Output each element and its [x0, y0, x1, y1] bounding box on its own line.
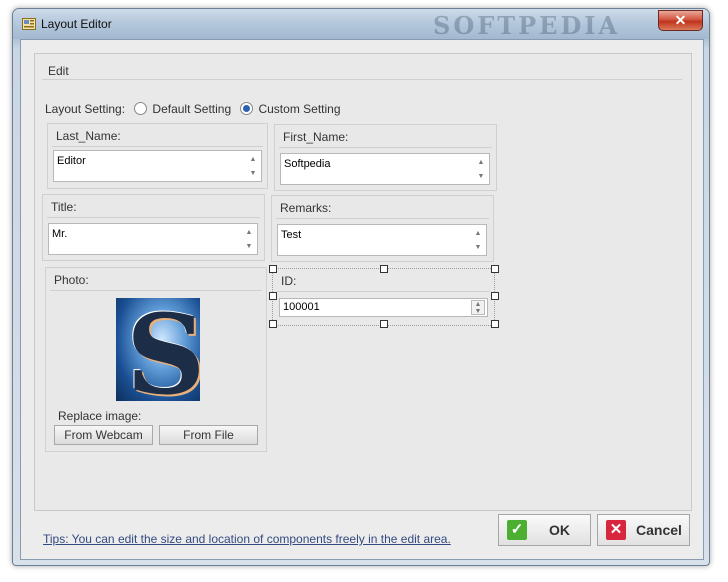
- cancel-label: Cancel: [636, 522, 682, 538]
- divider: [279, 147, 492, 148]
- title-label: Title:: [51, 200, 77, 214]
- last-name-value: Editor: [57, 155, 86, 167]
- edit-header: Edit: [42, 61, 682, 80]
- first-name-value: Softpedia: [284, 158, 331, 170]
- scroll-arrows-icon[interactable]: ▲ ▼: [472, 227, 484, 253]
- title-input[interactable]: Mr. ▲ ▼: [48, 223, 258, 255]
- ok-label: OK: [549, 522, 570, 538]
- id-value: 100001: [283, 301, 320, 313]
- title-watermark: SOFTPEDIA: [433, 11, 621, 40]
- resize-handle[interactable]: [491, 265, 499, 273]
- divider: [50, 290, 262, 291]
- layout-setting-label: Layout Setting:: [45, 102, 126, 116]
- resize-handle[interactable]: [380, 320, 388, 328]
- last-name-group[interactable]: Last_Name: Editor ▲ ▼: [47, 123, 268, 189]
- last-name-label: Last_Name:: [56, 129, 121, 143]
- tips-link[interactable]: Tips: You can edit the size and location…: [43, 532, 451, 546]
- edit-area-label: Edit: [48, 64, 69, 78]
- resize-handle[interactable]: [380, 265, 388, 273]
- from-webcam-button[interactable]: From Webcam: [54, 425, 153, 445]
- from-file-button[interactable]: From File: [159, 425, 258, 445]
- default-setting-label[interactable]: Default Setting: [152, 102, 231, 116]
- photo-group[interactable]: Photo: S Replace image: From Webcam From…: [45, 267, 267, 452]
- id-group[interactable]: ID: 100001 ▲ ▼: [272, 268, 495, 326]
- resize-handle[interactable]: [491, 320, 499, 328]
- replace-image-label: Replace image:: [58, 409, 142, 423]
- scroll-arrows-icon[interactable]: ▲ ▼: [475, 156, 487, 182]
- layout-setting-row: Layout Setting: Default Setting Custom S…: [45, 102, 341, 116]
- dialog-client-area: Edit Layout Setting: Default Setting Cus…: [20, 39, 704, 560]
- resize-handle[interactable]: [491, 292, 499, 300]
- default-setting-radio[interactable]: [134, 102, 148, 115]
- remarks-value: Test: [281, 229, 302, 241]
- first-name-group[interactable]: First_Name: Softpedia ▲ ▼: [274, 124, 497, 191]
- scroll-arrows-icon[interactable]: ▲ ▼: [243, 226, 255, 252]
- divider: [277, 291, 490, 292]
- close-icon: ✕: [674, 12, 687, 28]
- title-group[interactable]: Title: Mr. ▲ ▼: [42, 194, 265, 261]
- custom-setting-radio[interactable]: [240, 102, 254, 115]
- photo-image: S: [116, 298, 200, 401]
- first-name-label: First_Name:: [283, 130, 349, 144]
- divider: [52, 146, 263, 147]
- photo-s-logo: S: [126, 298, 200, 401]
- title-value: Mr.: [52, 228, 68, 240]
- title-bar[interactable]: SOFTPEDIA Layout Editor ✕: [13, 9, 709, 40]
- remarks-label: Remarks:: [280, 201, 332, 215]
- id-input[interactable]: 100001 ▲ ▼: [279, 298, 488, 317]
- first-name-input[interactable]: Softpedia ▲ ▼: [280, 153, 490, 185]
- custom-setting-label[interactable]: Custom Setting: [258, 102, 340, 116]
- scroll-arrows-icon[interactable]: ▲ ▼: [247, 153, 259, 179]
- cancel-button[interactable]: ✕ Cancel: [597, 514, 690, 546]
- last-name-input[interactable]: Editor ▲ ▼: [53, 150, 262, 182]
- spinner-arrows-icon[interactable]: ▲ ▼: [471, 300, 485, 315]
- app-icon: [22, 18, 36, 30]
- resize-handle[interactable]: [269, 320, 277, 328]
- divider: [276, 218, 489, 219]
- layout-editor-window: SOFTPEDIA Layout Editor ✕ Edit Layout Se…: [12, 8, 710, 566]
- cancel-x-icon: ✕: [606, 520, 626, 540]
- photo-label: Photo:: [54, 273, 89, 287]
- close-button[interactable]: ✕: [658, 10, 703, 31]
- resize-handle[interactable]: [269, 265, 277, 273]
- divider: [47, 217, 260, 218]
- resize-handle[interactable]: [269, 292, 277, 300]
- remarks-group[interactable]: Remarks: Test ▲ ▼: [271, 195, 494, 262]
- edit-area[interactable]: Edit Layout Setting: Default Setting Cus…: [34, 53, 692, 511]
- remarks-input[interactable]: Test ▲ ▼: [277, 224, 487, 256]
- ok-button[interactable]: ✓ OK: [498, 514, 591, 546]
- window-title: Layout Editor: [41, 17, 112, 31]
- id-label: ID:: [281, 274, 297, 288]
- checkmark-icon: ✓: [507, 520, 527, 540]
